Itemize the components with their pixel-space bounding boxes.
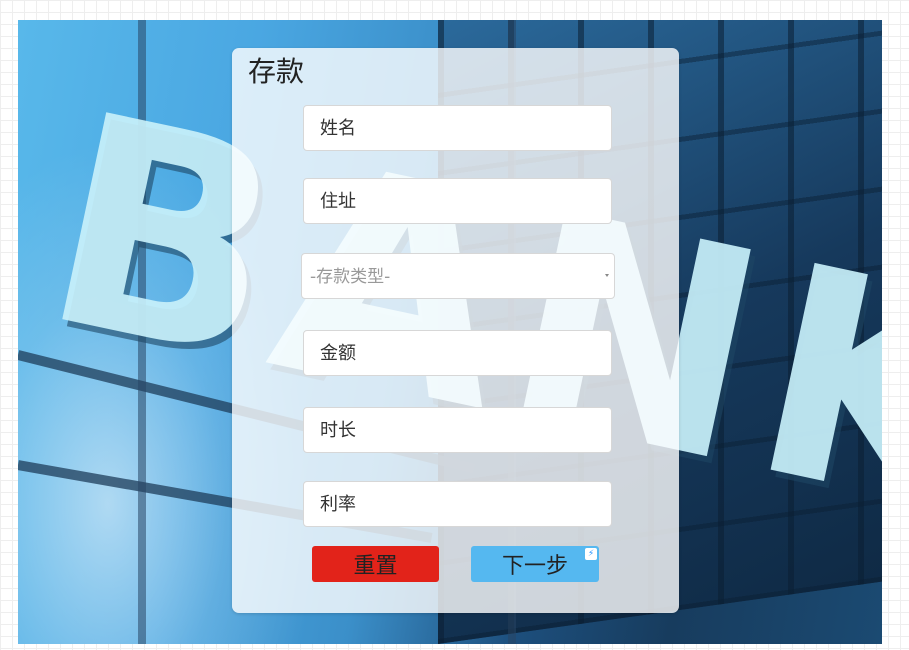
next-step-button[interactable]: 下一步 ⚡ xyxy=(471,546,599,582)
next-step-button-label: 下一步 xyxy=(501,554,568,579)
amount-input[interactable] xyxy=(303,330,612,376)
deposit-type-selected-value: -存款类型- xyxy=(310,267,391,287)
rate-input[interactable] xyxy=(303,481,612,527)
deposit-type-select[interactable]: -存款类型- xyxy=(301,253,615,299)
reset-button-label: 重置 xyxy=(353,554,398,579)
duration-input[interactable] xyxy=(303,407,612,453)
name-input[interactable] xyxy=(303,105,612,151)
deposit-form-panel: 存款 -存款类型- 重置 下一步 ⚡ xyxy=(232,48,679,613)
chevron-down-icon xyxy=(605,274,609,277)
reset-button[interactable]: 重置 xyxy=(312,546,439,582)
form-title: 存款 xyxy=(248,55,305,88)
lightning-icon: ⚡ xyxy=(585,548,597,560)
address-input[interactable] xyxy=(303,178,612,224)
